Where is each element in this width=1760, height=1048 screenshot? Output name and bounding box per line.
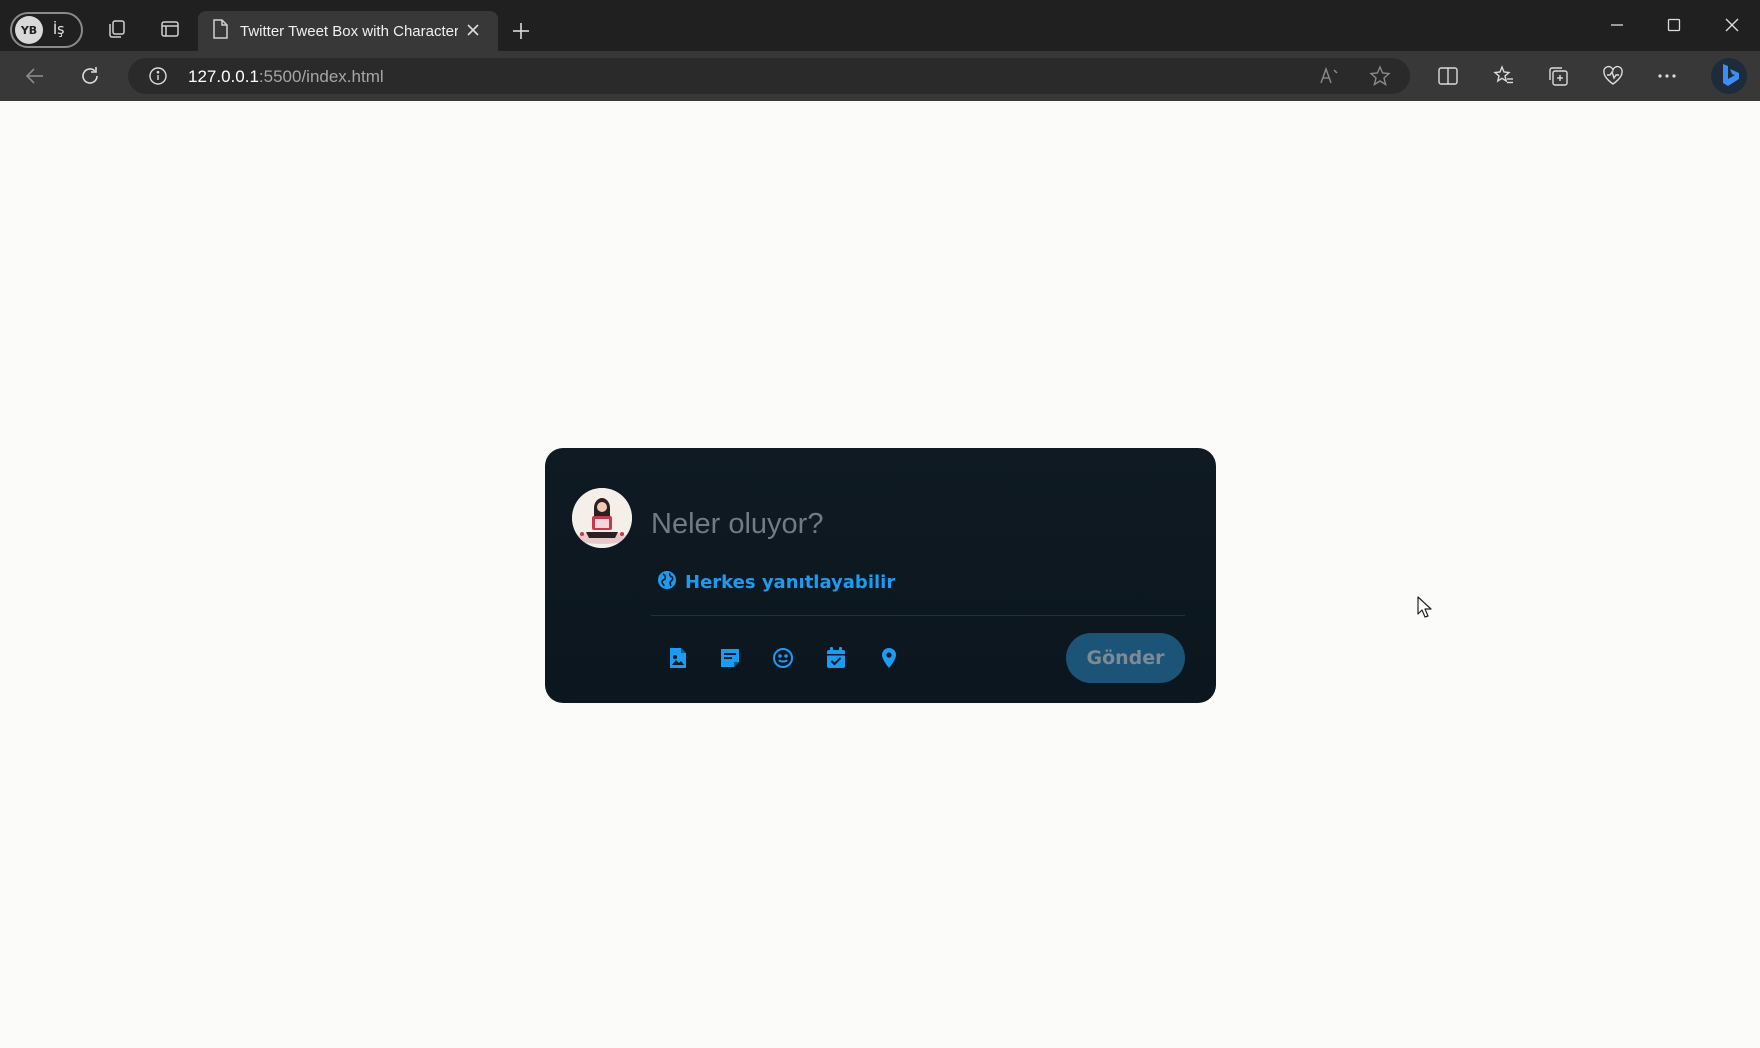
browser-toolbar: 127.0.0.1:5500/index.html — [0, 51, 1760, 101]
split-screen-icon[interactable] — [1435, 63, 1461, 89]
favorite-star-icon[interactable] — [1368, 64, 1392, 88]
reply-setting-label: Herkes yanıtlayabilir — [685, 571, 896, 593]
page-icon — [212, 19, 228, 43]
profile-button[interactable]: YB İş — [10, 12, 83, 48]
profile-avatar: YB — [15, 16, 43, 44]
new-tab-icon[interactable] — [508, 18, 534, 44]
tweet-input[interactable]: Neler oluyor? — [651, 508, 1151, 541]
close-tab-icon[interactable] — [466, 22, 480, 41]
performance-icon[interactable] — [1600, 63, 1626, 89]
divider — [651, 615, 1185, 616]
close-window-icon[interactable] — [1719, 12, 1745, 38]
tweet-box: Neler oluyor? Herkes yanıtlayabilir Gönd… — [545, 448, 1216, 703]
profile-label: İş — [53, 22, 65, 38]
url-host: 127.0.0.1 — [188, 67, 259, 86]
location-icon[interactable] — [877, 646, 901, 670]
back-icon[interactable] — [22, 63, 48, 89]
tab-active[interactable]: Twitter Tweet Box with Character — [198, 11, 498, 51]
schedule-icon[interactable] — [824, 646, 848, 670]
image-icon[interactable] — [666, 646, 690, 670]
address-bar[interactable]: 127.0.0.1:5500/index.html — [128, 58, 1410, 94]
workspaces-icon[interactable] — [104, 16, 130, 42]
maximize-icon[interactable] — [1661, 12, 1687, 38]
gif-icon[interactable] — [718, 646, 742, 670]
mouse-cursor-icon — [1417, 596, 1433, 622]
browser-titlebar: YB İş Twitter Tweet Box with Character — [0, 0, 1760, 51]
reload-icon[interactable] — [77, 63, 103, 89]
favorites-icon[interactable] — [1491, 63, 1517, 89]
reply-setting-button[interactable]: Herkes yanıtlayabilir — [657, 570, 895, 594]
tab-actions-icon[interactable] — [157, 16, 183, 42]
url-path: :5500/index.html — [258, 67, 384, 86]
read-aloud-icon[interactable] — [1318, 64, 1342, 88]
minimize-icon[interactable] — [1604, 12, 1630, 38]
globe-icon — [657, 570, 677, 594]
bing-copilot-icon[interactable] — [1709, 56, 1749, 96]
collections-icon[interactable] — [1545, 63, 1571, 89]
site-info-icon[interactable] — [146, 64, 170, 88]
url-text: 127.0.0.1:5500/index.html — [188, 67, 384, 87]
tab-title: Twitter Tweet Box with Character — [240, 22, 458, 40]
emoji-icon[interactable] — [771, 646, 795, 670]
user-avatar[interactable] — [572, 488, 632, 548]
more-options-icon[interactable] — [1654, 63, 1680, 89]
send-button[interactable]: Gönder — [1066, 633, 1185, 683]
